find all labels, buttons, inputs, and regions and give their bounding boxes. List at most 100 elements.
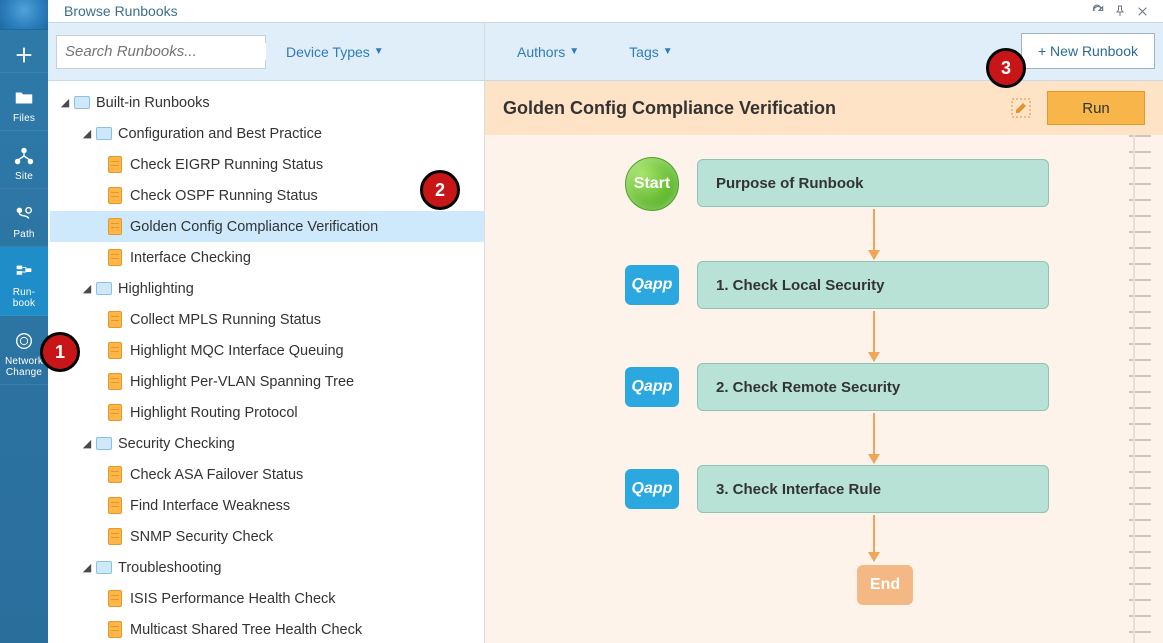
tree-item-label: Check OSPF Running Status	[130, 188, 318, 204]
runbook-item-icon	[108, 590, 122, 607]
tree-item-label: Check ASA Failover Status	[130, 467, 303, 483]
tree-item[interactable]: Check EIGRP Running Status	[50, 149, 484, 180]
tree-item-selected[interactable]: Golden Config Compliance Verification	[50, 211, 484, 242]
callout-badge-2: 2	[420, 170, 460, 210]
runbook-tree: ◢ Built-in Runbooks ◢ Configuration and …	[48, 81, 484, 643]
caret-down-icon: ▼	[374, 46, 384, 57]
tree-group[interactable]: ◢ Troubleshooting	[50, 552, 484, 583]
close-icon	[1136, 5, 1149, 18]
flow-step-node[interactable]: 1. Check Local Security	[697, 261, 1049, 309]
tree-group-label: Highlighting	[118, 281, 194, 297]
runbook-item-icon	[108, 156, 122, 173]
tree-group[interactable]: ◢ Configuration and Best Practice	[50, 118, 484, 149]
vbar-files[interactable]: Files	[0, 73, 48, 131]
edit-button[interactable]	[1009, 96, 1033, 120]
app-logo-area	[0, 0, 48, 30]
flow-arrow	[873, 515, 875, 561]
runbook-header: Golden Config Compliance Verification Ru…	[485, 81, 1163, 135]
tree-item-label: SNMP Security Check	[130, 529, 273, 545]
runbook-browser-panel: Device Types▼ ◢ Built-in Runbooks ◢ Conf…	[48, 23, 485, 643]
tree-item[interactable]: Check ASA Failover Status	[50, 459, 484, 490]
vbar-path[interactable]: Path	[0, 189, 48, 247]
new-runbook-button[interactable]: + New Runbook	[1021, 33, 1155, 69]
tree-item-label: Interface Checking	[130, 250, 251, 266]
flow-qapp-badge[interactable]: Qapp	[625, 265, 679, 305]
tree-item-label: Multicast Shared Tree Health Check	[130, 622, 362, 638]
app-vertical-toolbar: Files Site Path Run- book Network Change	[0, 0, 48, 643]
tree-item[interactable]: Collect MPLS Running Status	[50, 304, 484, 335]
runbook-title: Golden Config Compliance Verification	[503, 98, 1009, 119]
tree-item-label: Check EIGRP Running Status	[130, 157, 323, 173]
filter-device-types[interactable]: Device Types▼	[286, 44, 384, 60]
expand-icon[interactable]: ◢	[58, 96, 72, 110]
tree-item[interactable]: Interface Checking	[50, 242, 484, 273]
run-button[interactable]: Run	[1047, 91, 1145, 125]
tree-item[interactable]: Multicast Shared Tree Health Check	[50, 614, 484, 643]
folder-icon	[96, 561, 112, 574]
flow-end-node[interactable]: End	[857, 565, 913, 605]
folder-icon	[96, 282, 112, 295]
pin-button[interactable]	[1109, 0, 1131, 22]
runbook-content-panel: Authors▼ Tags▼ + New Runbook Golden Conf…	[485, 23, 1163, 643]
tree-item[interactable]: Highlight Routing Protocol	[50, 397, 484, 428]
vbar-site-label: Site	[15, 171, 33, 182]
tree-item-label: Highlight Per-VLAN Spanning Tree	[130, 374, 354, 390]
folder-icon	[96, 437, 112, 450]
expand-icon[interactable]: ◢	[80, 561, 94, 575]
runbook-item-icon	[108, 311, 122, 328]
flow-start-node[interactable]: Start	[625, 157, 679, 211]
tree-item-label: Collect MPLS Running Status	[130, 312, 321, 328]
folder-icon	[96, 127, 112, 140]
tree-item[interactable]: Highlight Per-VLAN Spanning Tree	[50, 366, 484, 397]
runbook-canvas: Start Purpose of Runbook Qapp 1. Check L…	[485, 135, 1163, 643]
tree-item[interactable]: SNMP Security Check	[50, 521, 484, 552]
path-icon	[13, 203, 35, 225]
runbook-item-icon	[108, 373, 122, 390]
tree-group[interactable]: ◢ Highlighting	[50, 273, 484, 304]
tree-item[interactable]: ISIS Performance Health Check	[50, 583, 484, 614]
refresh-icon	[1091, 4, 1105, 18]
refresh-button[interactable]	[1087, 0, 1109, 22]
tree-group[interactable]: ◢ Security Checking	[50, 428, 484, 459]
runbook-item-icon	[108, 528, 122, 545]
caret-down-icon: ▼	[663, 46, 673, 57]
expand-icon[interactable]: ◢	[80, 437, 94, 451]
vbar-runbook-label: Run- book	[13, 287, 36, 309]
caret-down-icon: ▼	[569, 46, 579, 57]
tree-item[interactable]: Check OSPF Running Status	[50, 180, 484, 211]
panel-title: Browse Runbooks	[58, 3, 1087, 19]
folder-icon	[13, 87, 35, 109]
tree-root-label: Built-in Runbooks	[96, 95, 210, 111]
flow-step-node[interactable]: 2. Check Remote Security	[697, 363, 1049, 411]
callout-badge-3: 3	[986, 48, 1026, 88]
tree-item[interactable]: Highlight MQC Interface Queuing	[50, 335, 484, 366]
vbar-add-button[interactable]	[0, 30, 48, 73]
tree-root[interactable]: ◢ Built-in Runbooks	[50, 87, 484, 118]
tree-group-label: Troubleshooting	[118, 560, 221, 576]
runbook-item-icon	[108, 187, 122, 204]
expand-icon[interactable]: ◢	[80, 127, 94, 141]
filter-authors[interactable]: Authors▼	[517, 44, 579, 60]
flow-step-node[interactable]: Purpose of Runbook	[697, 159, 1049, 207]
runbook-item-icon	[108, 404, 122, 421]
content-filter-bar: Authors▼ Tags▼ + New Runbook	[485, 23, 1163, 81]
search-field[interactable]	[56, 35, 266, 69]
flow-qapp-badge[interactable]: Qapp	[625, 469, 679, 509]
flow-qapp-badge[interactable]: Qapp	[625, 367, 679, 407]
vbar-runbook[interactable]: Run- book	[0, 247, 48, 316]
vbar-path-label: Path	[13, 229, 34, 240]
tree-item[interactable]: Find Interface Weakness	[50, 490, 484, 521]
callout-badge-1: 1	[40, 332, 80, 372]
tree-item-label: Highlight Routing Protocol	[130, 405, 298, 421]
search-input[interactable]	[65, 43, 266, 60]
filter-tags[interactable]: Tags▼	[629, 44, 672, 60]
vbar-site[interactable]: Site	[0, 131, 48, 189]
expand-icon[interactable]: ◢	[80, 282, 94, 296]
close-button[interactable]	[1131, 0, 1153, 22]
runbook-item-icon	[108, 621, 122, 638]
tree-group-label: Security Checking	[118, 436, 235, 452]
vbar-nc-label: Network Change	[5, 356, 43, 378]
flow-step-node[interactable]: 3. Check Interface Rule	[697, 465, 1049, 513]
runbook-item-icon	[108, 466, 122, 483]
flow-arrow	[873, 413, 875, 463]
